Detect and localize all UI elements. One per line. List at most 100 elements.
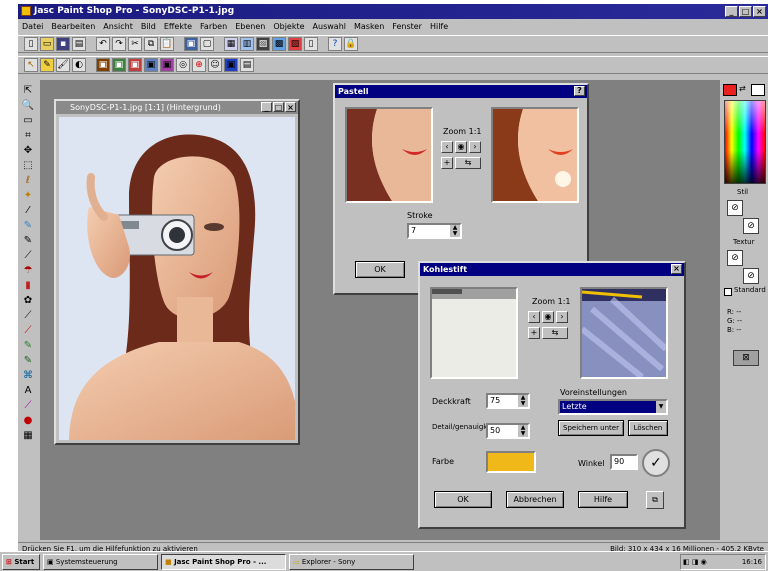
start-button[interactable]: ⊞ Start xyxy=(2,553,40,570)
task-explorer[interactable]: ▭ Explorer - Sony xyxy=(289,553,414,570)
color-spectrum[interactable] xyxy=(724,100,766,184)
pastell-value-input[interactable]: 7 ▲ ▼ xyxy=(407,223,462,239)
foreground-color-swatch[interactable] xyxy=(723,84,737,96)
print-icon[interactable]: ▤ xyxy=(72,37,86,51)
cancel-button[interactable]: Abbrechen xyxy=(506,491,564,508)
standard-checkbox[interactable] xyxy=(724,288,732,296)
text-tool-icon[interactable]: ✎ xyxy=(21,339,36,352)
eyedropper-icon[interactable]: ⁄ xyxy=(21,204,36,217)
help-icon[interactable]: ? xyxy=(328,37,342,51)
background-color-swatch[interactable] xyxy=(751,84,765,96)
spin-arrows-icon[interactable]: ▲ ▼ xyxy=(450,225,460,237)
menu-auswahl[interactable]: Auswahl xyxy=(313,20,346,34)
pan-tool-icon[interactable]: ⇱ xyxy=(21,84,36,97)
person-icon[interactable]: ☺ xyxy=(208,58,222,72)
style-background-icon[interactable]: ⊘ xyxy=(743,218,759,234)
line-tool-icon[interactable]: ✎ xyxy=(21,354,36,367)
target-icon[interactable]: ⊕ xyxy=(192,58,206,72)
pastell-ok-button[interactable]: OK xyxy=(355,261,405,278)
maximize-button[interactable]: □ xyxy=(739,6,752,17)
image-window-titlebar[interactable]: SonyDSC-P1-1.jpg [1:1] (Hintergrund) _ □… xyxy=(56,101,298,114)
lock-icon[interactable]: 🔒 xyxy=(344,37,358,51)
image-maximize-button[interactable]: □ xyxy=(273,102,284,112)
arrow-tool-icon[interactable]: ↖ xyxy=(24,58,38,72)
help-button[interactable]: Hilfe xyxy=(578,491,628,508)
presets-dropdown[interactable]: Letzte ▼ xyxy=(558,399,668,415)
eraser-icon[interactable]: ▮ xyxy=(21,279,36,292)
selection-tool-icon[interactable]: ⬚ xyxy=(21,159,36,172)
mover-tool-icon[interactable]: ✥ xyxy=(21,144,36,157)
crop-tool-icon[interactable]: ⌗ xyxy=(21,129,36,142)
blue-effect-icon[interactable]: ▣ xyxy=(224,58,238,72)
histogram-icon[interactable]: ▨ xyxy=(256,37,270,51)
save-as-button[interactable]: Speichern unter xyxy=(558,420,624,436)
canvas-photo[interactable] xyxy=(59,117,295,440)
pastell-dialog-titlebar[interactable]: Pastell ? xyxy=(335,85,587,98)
zoom-in-button[interactable]: › xyxy=(469,141,481,153)
style-foreground-icon[interactable]: ⊘ xyxy=(727,200,743,216)
paintbrush-icon[interactable]: ✎ xyxy=(21,219,36,232)
kohlestift-zoom-reset-button[interactable]: ◉ xyxy=(542,311,554,323)
kohlestift-dialog-titlebar[interactable]: Kohlestift × xyxy=(420,263,684,276)
menu-effekte[interactable]: Effekte xyxy=(164,20,192,34)
clone-brush-icon[interactable]: ✎ xyxy=(21,234,36,247)
kohlestift-zoom-out-button[interactable]: ‹ xyxy=(528,311,540,323)
preview-toggle-button[interactable]: ⇆ xyxy=(455,157,481,169)
copy-icon[interactable]: ⧉ xyxy=(144,37,158,51)
new-file-icon[interactable]: ▯ xyxy=(24,37,38,51)
angle-input[interactable]: 90 xyxy=(610,454,638,470)
menu-datei[interactable]: Datei xyxy=(22,20,43,34)
deform-icon[interactable]: ▣ xyxy=(160,58,174,72)
menu-ansicht[interactable]: Ansicht xyxy=(103,20,133,34)
tray-icons[interactable]: ◧ ◨ ◉ xyxy=(681,555,707,569)
help-question-button[interactable]: ? xyxy=(574,86,585,96)
flood-fill-icon[interactable]: ⟋ xyxy=(21,324,36,337)
image-window[interactable]: SonyDSC-P1-1.jpg [1:1] (Hintergrund) _ □… xyxy=(54,99,300,445)
lasso-tool-icon[interactable]: ℓ xyxy=(21,174,36,187)
texture-background-icon[interactable]: ⊘ xyxy=(743,268,759,284)
zoom-tool-icon[interactable]: 🔍 xyxy=(21,99,36,112)
layer-overview-icon[interactable]: ⊠ xyxy=(733,350,759,366)
color-palette-icon[interactable]: ▧ xyxy=(288,37,302,51)
image-close-button[interactable]: × xyxy=(285,102,296,112)
magic-wand-icon[interactable]: ✦ xyxy=(21,189,36,202)
full-screen-icon[interactable]: ▢ xyxy=(200,37,214,51)
zoom-reset-button[interactable]: ◉ xyxy=(455,141,467,153)
tool-palette-icon[interactable]: ▦ xyxy=(224,37,238,51)
open-folder-icon[interactable]: ▭ xyxy=(40,37,54,51)
picture-tube-icon[interactable]: ▣ xyxy=(128,58,142,72)
kohlestift-close-button[interactable]: × xyxy=(671,264,682,274)
paint-tool-icon[interactable]: ✎ xyxy=(40,58,54,72)
opacity-spin-icon[interactable]: ▲ ▼ xyxy=(518,395,528,407)
paste-icon[interactable]: 📋 xyxy=(160,37,174,51)
detail-spin-icon[interactable]: ▲ ▼ xyxy=(518,425,528,437)
shape-tool-icon[interactable]: ⌘ xyxy=(21,369,36,382)
kohlestift-preview-toggle-button[interactable]: ⇆ xyxy=(542,327,568,339)
retouch-icon[interactable]: ◐ xyxy=(72,58,86,72)
delete-button[interactable]: Löschen xyxy=(628,420,668,436)
dropdown-arrow-icon[interactable]: ▼ xyxy=(656,401,666,413)
preview-on-image-icon[interactable]: ⧉ xyxy=(646,491,664,509)
undo-icon[interactable]: ↶ xyxy=(96,37,110,51)
image-effect-icon[interactable]: ▣ xyxy=(112,58,126,72)
close-button[interactable]: × xyxy=(753,6,766,17)
layer-palette-icon[interactable]: ▥ xyxy=(240,37,254,51)
swap-colors-icon[interactable]: ⇄ xyxy=(739,84,746,93)
menu-objekte[interactable]: Objekte xyxy=(273,20,304,34)
retouch-tool-icon[interactable]: ☂ xyxy=(21,264,36,277)
opacity-input[interactable]: 75 ▲ ▼ xyxy=(486,393,530,409)
zoom-out-button[interactable]: ‹ xyxy=(441,141,453,153)
color-adjust-icon[interactable]: ▣ xyxy=(144,58,158,72)
redo-icon[interactable]: ↷ xyxy=(112,37,126,51)
picture-tube-tool-icon[interactable]: ✿ xyxy=(21,294,36,307)
overview-icon[interactable]: ▩ xyxy=(272,37,286,51)
navigate-button[interactable]: + xyxy=(441,157,453,169)
menu-fenster[interactable]: Fenster xyxy=(392,20,422,34)
color-replacer-icon[interactable]: ⟋ xyxy=(21,249,36,262)
text-effect-icon[interactable]: ◎ xyxy=(176,58,190,72)
vector-tool-icon[interactable]: ⟋ xyxy=(21,399,36,412)
detail-input[interactable]: 50 ▲ ▼ xyxy=(486,423,530,439)
kohlestift-preview-after[interactable] xyxy=(580,287,668,379)
angle-dial-icon[interactable]: ✓ xyxy=(642,449,670,477)
script-icon[interactable]: ▯ xyxy=(304,37,318,51)
